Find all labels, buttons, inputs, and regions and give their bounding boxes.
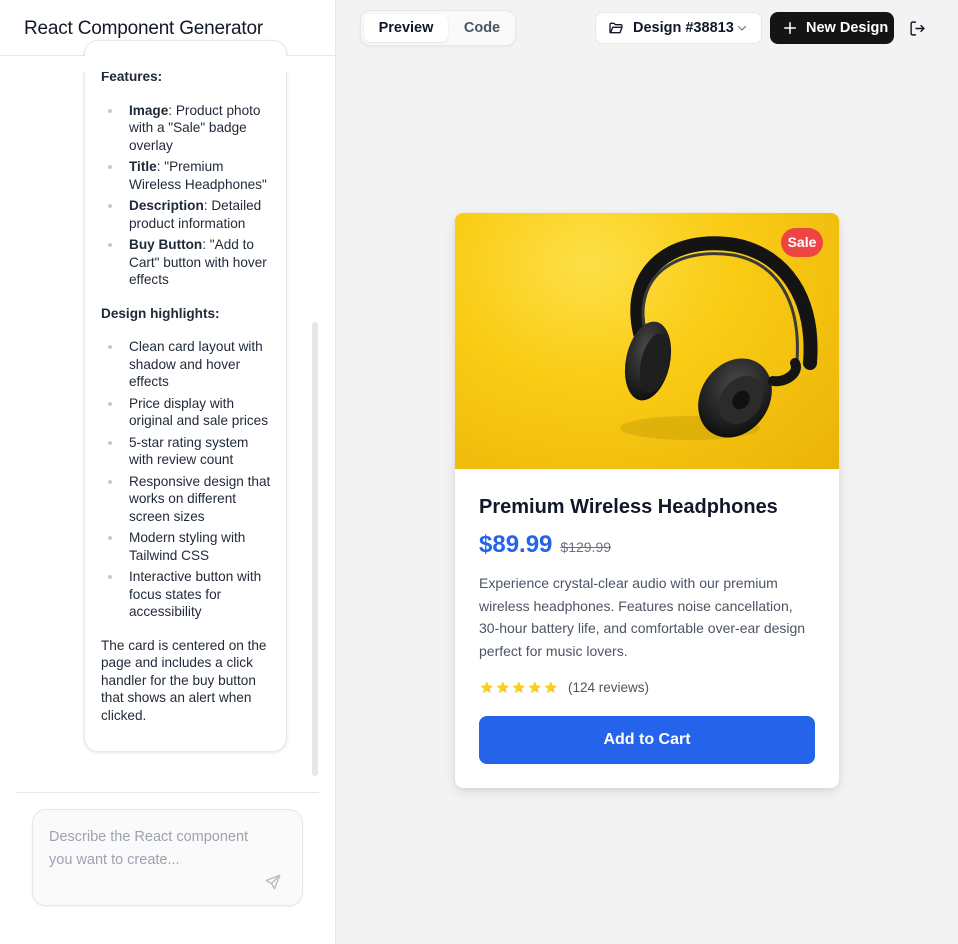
assistant-message: Features: Image: Product photo with a "S… [84,40,287,752]
design-selector[interactable]: Design #38813 [595,12,762,44]
list-item: Clean card layout with shadow and hover … [108,338,272,391]
list-item: Interactive button with focus states for… [108,568,272,621]
list-item: Title: "Premium Wireless Headphones" [108,158,272,193]
divider [16,792,319,793]
product-title: Premium Wireless Headphones [479,496,778,518]
add-to-cart-button[interactable]: Add to Cart [479,716,815,764]
tab-code[interactable]: Code [450,14,514,42]
star-icon [512,681,525,694]
plus-icon [783,21,797,35]
chevron-down-icon [737,25,747,31]
feature-label: Title [129,159,157,174]
rating: (124 reviews) [479,680,649,695]
list-item: Description: Detailed product informatio… [108,197,272,232]
chat-scroll-mask [0,56,312,72]
new-design-button[interactable]: New Design [770,12,894,44]
send-icon[interactable] [264,873,282,891]
folder-icon [609,22,623,34]
feature-label: Buy Button [129,237,203,252]
star-icon [528,681,541,694]
sale-price: $89.99 [479,531,553,558]
closing-text: The card is centered on the page and inc… [101,637,267,723]
sale-badge: Sale [781,228,823,257]
view-toggle: Preview Code [360,10,516,46]
list-item: Price display with original and sale pri… [108,395,272,430]
star-icon [496,681,509,694]
list-item: 5-star rating system with review count [108,434,272,469]
chat-scrollbar[interactable] [312,322,318,776]
list-item: Responsive design that works on differen… [108,473,271,524]
logout-icon[interactable] [909,20,926,37]
star-icon [480,681,493,694]
features-list: Image: Product photo with a "Sale" badge… [101,102,272,289]
topbar: Preview Code Design #38813 New Design [336,0,958,56]
headphones-image [620,236,818,440]
new-design-label: New Design [806,20,889,36]
product-image: Sale [455,213,839,469]
app-title: React Component Generator [24,18,263,39]
highlights-list: Clean card layout with shadow and hover … [101,338,272,621]
original-price: $129.99 [560,539,612,555]
product-card: Sale Premium Wireless Headphones $89.99 … [455,213,839,788]
price-row: $89.99 $129.99 [479,531,611,559]
list-item: Image: Product photo with a "Sale" badge… [108,102,272,155]
tab-preview[interactable]: Preview [364,14,448,42]
list-item: Buy Button: "Add to Cart" button with ho… [108,236,272,289]
product-description: Experience crystal-clear audio with our … [479,575,806,660]
prompt-placeholder: Describe the React component you want to… [49,829,249,868]
feature-label: Description [129,198,204,213]
design-label: Design #38813 [633,20,734,36]
highlights-heading: Design highlights: [101,305,220,321]
review-count: (124 reviews) [568,680,650,695]
feature-label: Image [129,102,169,118]
sidebar: React Component Generator Features: Imag… [0,0,336,944]
prompt-input[interactable]: Describe the React component you want to… [32,809,303,906]
star-icon [544,681,557,694]
list-item: Modern styling with Tailwind CSS [108,529,272,564]
